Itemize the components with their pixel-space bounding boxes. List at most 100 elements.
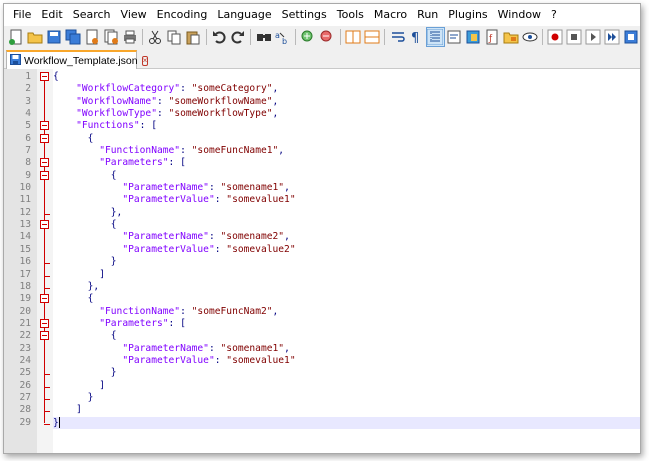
code-line[interactable]: "Parameters": [ [53,157,640,169]
json-punctuation: : [156,108,169,120]
code-line[interactable]: "ParameterName": "somename2", [53,231,640,243]
menu-language[interactable]: Language [212,4,276,26]
print-icon[interactable] [121,28,138,46]
tab-workflow-template[interactable]: Workflow_Template.json × [6,50,149,69]
code-line[interactable]: { [53,170,640,182]
menu-tools[interactable]: Tools [332,4,369,26]
function-list-icon[interactable]: ƒ [483,28,500,46]
line-number: 12 [19,206,31,218]
save-icon[interactable] [46,28,63,46]
code-line[interactable]: }, [53,281,640,293]
menu-run[interactable]: Run [412,4,443,26]
new-file-icon[interactable] [8,28,25,46]
code-line[interactable]: }, [53,207,640,219]
tab-bar: Workflow_Template.json × [4,48,640,69]
menu-window[interactable]: Window [493,4,546,26]
fold-toggle-icon[interactable] [37,71,53,83]
menu-search[interactable]: Search [68,4,116,26]
code-line[interactable]: ] [53,404,640,416]
word-wrap-icon[interactable] [389,28,406,46]
stop-record-icon[interactable] [566,28,583,46]
menu-view[interactable]: View [116,4,152,26]
sync-horizontal-icon[interactable] [363,28,380,46]
code-line[interactable]: ] [53,380,640,392]
fold-toggle-icon[interactable] [37,293,53,305]
code-line[interactable]: } [53,256,640,268]
code-line[interactable]: "WorkflowType": "someWorkflowType", [53,108,640,120]
code-line[interactable]: { [53,219,640,231]
code-line[interactable]: "Functions": [ [53,120,640,132]
code-line[interactable]: { [53,293,640,305]
save-macro-icon[interactable] [622,28,639,46]
code-line[interactable]: "ParameterValue": "somevalue1" [53,194,640,206]
code-line[interactable]: "ParameterName": "somename1", [53,343,640,355]
zoom-out-icon[interactable] [319,28,336,46]
user-lang-icon[interactable] [446,28,463,46]
menu-encoding[interactable]: Encoding [152,4,213,26]
fold-toggle-icon[interactable] [37,318,53,330]
code-line[interactable]: "ParameterName": "somename1", [53,182,640,194]
zoom-in-icon[interactable] [300,28,317,46]
code-line[interactable]: ] [53,269,640,281]
code-editor[interactable]: 1 2 3 4 5 6 7 8 9 10 11 12 13 14 15 16 17 18 19 20 21 22 23 24 2… [4,69,640,453]
json-punctuation: } [110,367,117,379]
toolbar-separator [205,29,207,45]
code-line[interactable]: "FunctionName": "someFuncName1", [53,145,640,157]
monitor-icon[interactable] [521,28,538,46]
cut-icon[interactable] [147,28,164,46]
fold-toggle-icon[interactable] [37,157,53,169]
text-caret [58,416,60,428]
line-number-gutter: 1 2 3 4 5 6 7 8 9 10 11 12 13 14 15 16 17 18 19 20 21 22 23 24 2… [4,69,37,453]
show-all-chars-icon[interactable]: ¶ [408,28,425,46]
tab-close-icon[interactable]: × [141,55,149,66]
menu-help[interactable]: ? [546,4,562,26]
code-line[interactable]: { [53,71,640,83]
code-line[interactable]: "ParameterValue": "somevalue1" [53,355,640,367]
replace-icon[interactable]: ab [274,28,291,46]
code-line[interactable]: } [53,392,640,404]
record-macro-icon[interactable] [547,28,564,46]
code-line[interactable]: "ParameterValue": "somevalue2" [53,244,640,256]
code-line[interactable]: { [53,330,640,342]
undo-icon[interactable] [210,28,227,46]
folder-workspace-icon[interactable] [502,28,519,46]
indent-guide-icon[interactable] [425,27,445,47]
fold-toggle-icon[interactable] [37,330,53,342]
menu-plugins[interactable]: Plugins [443,4,492,26]
fold-end-marker [44,263,50,265]
menu-file[interactable]: File [8,4,36,26]
save-all-icon[interactable] [65,28,82,46]
json-string: "somename1" [220,182,285,194]
open-file-icon[interactable] [27,28,44,46]
play-macro-icon[interactable] [585,28,602,46]
fold-toggle-icon[interactable] [37,170,53,182]
paste-icon[interactable] [185,28,202,46]
code-line[interactable]: "FunctionName": "someFuncNam2", [53,306,640,318]
code-line[interactable]: "Parameters": [ [53,318,640,330]
code-line[interactable]: } [53,416,640,429]
sync-vertical-icon[interactable] [344,28,361,46]
menu-settings[interactable]: Settings [277,4,332,26]
fold-margin[interactable] [37,69,53,453]
find-icon[interactable] [255,28,272,46]
menu-edit[interactable]: Edit [36,4,67,26]
fold-toggle-icon[interactable] [37,219,53,231]
menu-macro[interactable]: Macro [369,4,412,26]
copy-icon[interactable] [166,28,183,46]
doc-map-icon[interactable] [465,28,482,46]
close-icon[interactable] [83,28,100,46]
file-saved-icon [10,53,21,68]
code-text-area[interactable]: { "WorkflowCategory": "someCategory", "W… [53,71,640,429]
json-key: "ParameterName" [122,182,209,194]
line-number: 10 [19,182,31,194]
code-line[interactable]: { [53,133,640,145]
code-line[interactable]: "WorkflowName": "someWorkflowName", [53,96,640,108]
code-line[interactable]: } [53,367,640,379]
code-line[interactable]: "WorkflowCategory": "someCategory", [53,83,640,95]
fold-toggle-icon[interactable] [37,133,53,145]
close-all-icon[interactable] [102,28,119,46]
redo-icon[interactable] [229,28,246,46]
play-multiple-icon[interactable] [603,28,620,46]
fold-toggle-icon[interactable] [37,120,53,132]
fold-end-marker [44,423,50,425]
